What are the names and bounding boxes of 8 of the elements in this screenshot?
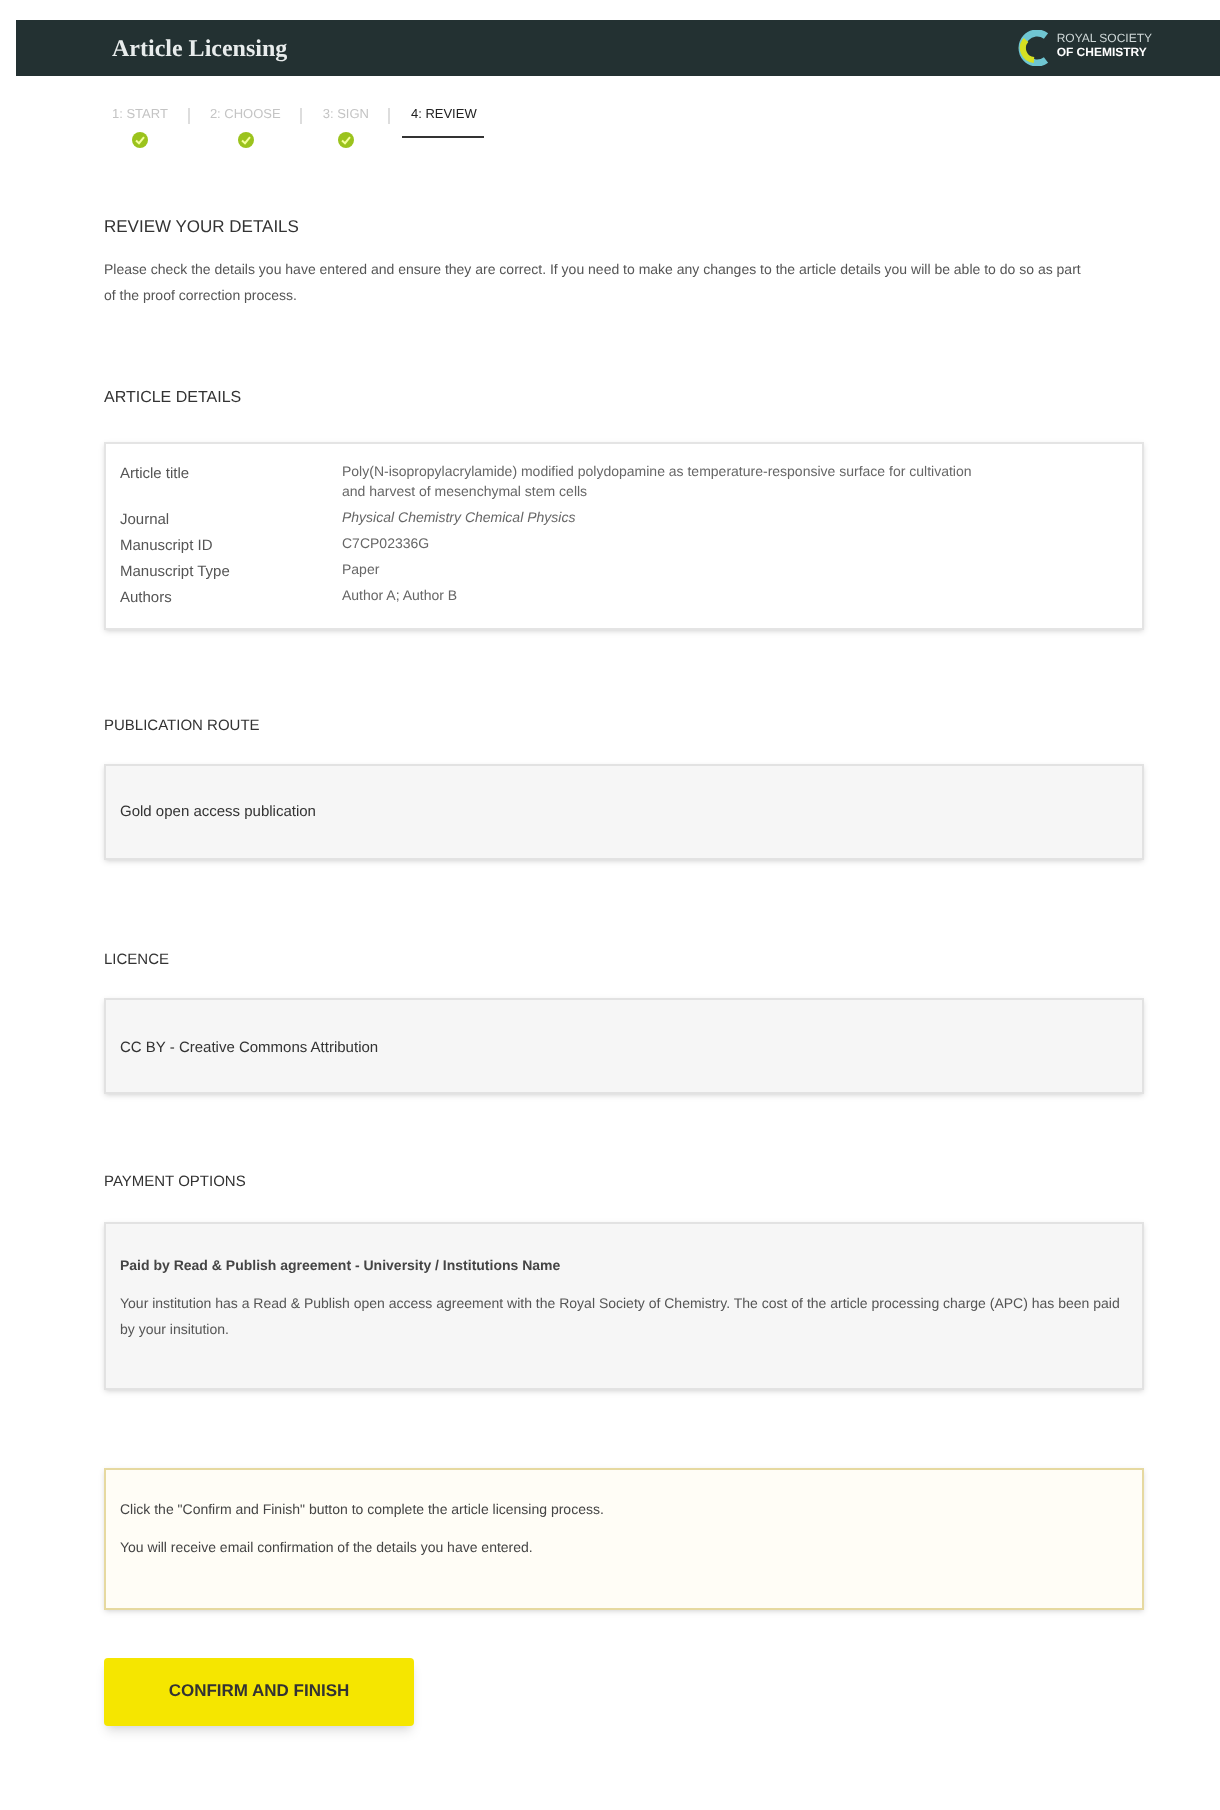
check-icon (237, 131, 254, 148)
check-icon (337, 131, 354, 148)
confirm-button[interactable]: CONFIRM AND FINISH (104, 1657, 414, 1725)
check-icon (131, 131, 148, 148)
logo-icon (1018, 30, 1051, 66)
section-heading: ARTICLE DETAILS (104, 385, 244, 410)
section-heading: REVIEW YOUR DETAILS (104, 214, 301, 240)
app-title: Article Licensing (112, 32, 288, 66)
